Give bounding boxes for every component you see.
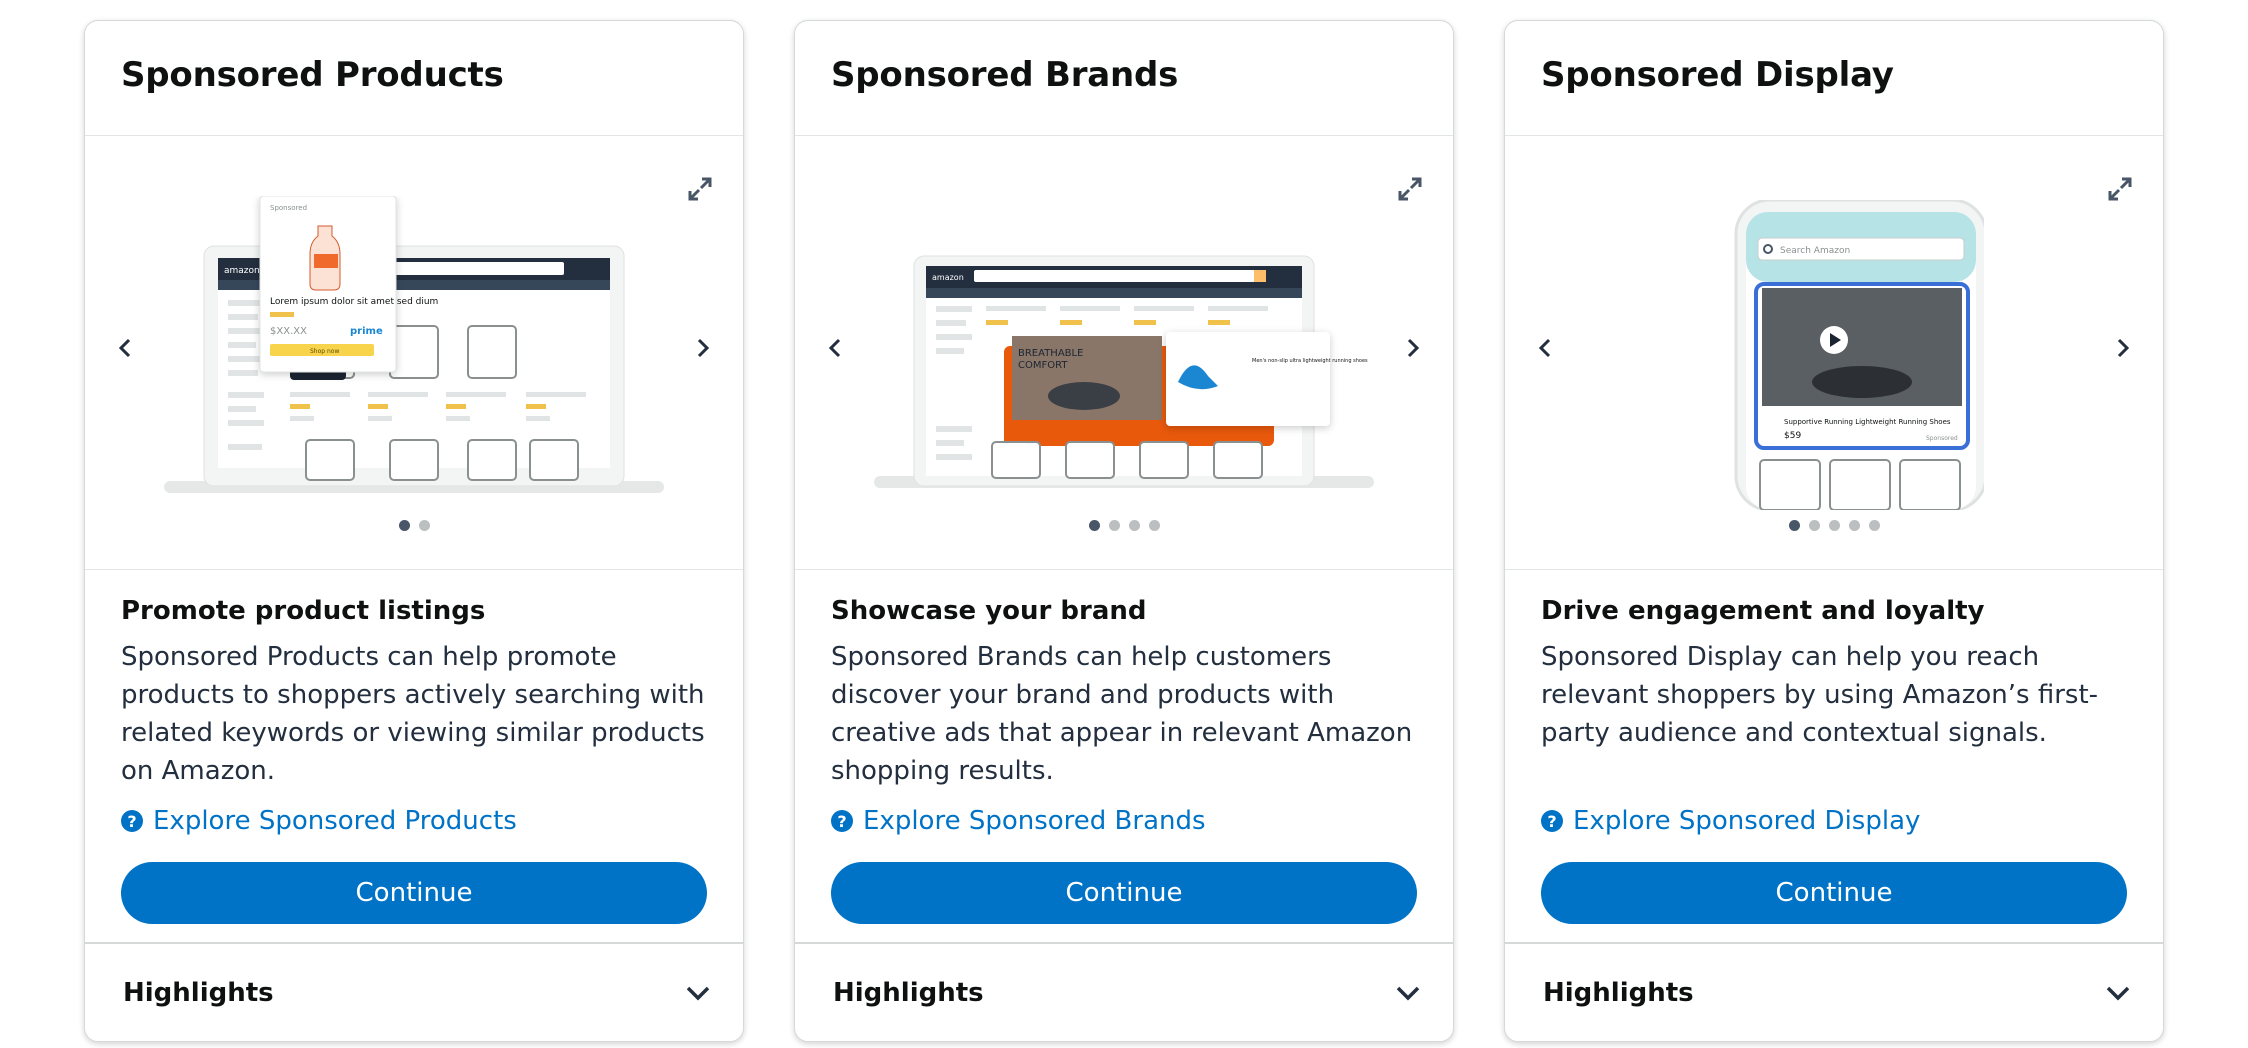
explore-link-label: Explore Sponsored Brands	[863, 806, 1206, 836]
card-header: Sponsored Brands	[795, 21, 1453, 136]
carousel-dot[interactable]	[1088, 520, 1100, 531]
card-header: Sponsored Products	[85, 21, 743, 136]
card-description: Sponsored Products can help promote prod…	[121, 642, 705, 786]
sponsored-brands-card: Sponsored Brands amazon BREATHABLE COMFO…	[794, 20, 1454, 1042]
carousel-dot[interactable]	[1128, 520, 1140, 531]
banner-text-1: BREATHABLE	[1018, 348, 1083, 359]
highlights-label: Highlights	[1543, 978, 1694, 1008]
card-body: Drive engagement and loyalty Sponsored D…	[1505, 570, 2163, 944]
product-illustration: amazon Sponsored Lorem ipsum dolor sit a…	[164, 196, 664, 493]
expand-icon[interactable]	[1397, 176, 1423, 202]
continue-button[interactable]: Continue	[121, 862, 707, 924]
continue-button[interactable]: Continue	[831, 862, 1417, 924]
brand-product-text: Men's non-slip ultra lightweight running…	[1252, 358, 1368, 364]
card-title: Sponsored Brands	[831, 55, 1179, 95]
highlights-toggle[interactable]: Highlights	[1505, 942, 2163, 1041]
svg-text:amazon: amazon	[224, 266, 260, 276]
help-icon: ?	[121, 810, 143, 832]
carousel-dot[interactable]	[1788, 520, 1800, 531]
card-subtitle: Drive engagement and loyalty	[1541, 596, 1985, 626]
chevron-right-icon[interactable]	[1401, 336, 1425, 360]
search-placeholder: Search Amazon	[1780, 246, 1850, 256]
carousel-dot[interactable]	[398, 520, 410, 531]
chevron-down-icon	[2106, 986, 2130, 1001]
help-icon: ?	[831, 810, 853, 832]
popup-product-text: Lorem ipsum dolor sit amet sed dium	[270, 297, 438, 307]
card-title: Sponsored Products	[121, 55, 504, 95]
chevron-right-icon[interactable]	[691, 336, 715, 360]
card-subtitle: Showcase your brand	[831, 596, 1147, 626]
highlights-label: Highlights	[123, 978, 274, 1008]
popup-price: $XX.XX	[270, 326, 307, 337]
expand-icon[interactable]	[687, 176, 713, 202]
carousel-dot[interactable]	[1108, 520, 1120, 531]
display-product-title: Supportive Running Lightweight Running S…	[1784, 418, 1951, 426]
brand-illustration: amazon BREATHABLE COMFORT Men's non-slip…	[874, 255, 1374, 488]
explore-link-label: Explore Sponsored Products	[153, 806, 517, 836]
continue-button[interactable]: Continue	[1541, 862, 2127, 924]
chevron-right-icon[interactable]	[2111, 336, 2135, 360]
carousel: Search Amazon Supportive Running Lightwe…	[1505, 136, 2163, 570]
help-icon: ?	[1541, 810, 1563, 832]
card-subtitle: Promote product listings	[121, 596, 486, 626]
chevron-down-icon	[686, 986, 710, 1001]
explore-link[interactable]: ? Explore Sponsored Display	[1541, 806, 1920, 836]
display-illustration: Search Amazon Supportive Running Lightwe…	[1734, 200, 1984, 510]
chevron-down-icon	[1396, 986, 1420, 1001]
carousel-dot[interactable]	[1828, 520, 1840, 531]
card-header: Sponsored Display	[1505, 21, 2163, 136]
prime-badge: prime	[350, 326, 383, 337]
explore-link[interactable]: ? Explore Sponsored Brands	[831, 806, 1206, 836]
carousel: amazon BREATHABLE COMFORT Men's non-slip…	[795, 136, 1453, 570]
carousel-dots	[85, 520, 743, 531]
card-description: Sponsored Display can help you reach rel…	[1541, 642, 2099, 748]
highlights-label: Highlights	[833, 978, 984, 1008]
carousel-dots	[795, 520, 1453, 531]
card-body: Promote product listings Sponsored Produ…	[85, 570, 743, 944]
chevron-left-icon[interactable]	[113, 336, 137, 360]
popup-shop-now: Shop now	[310, 348, 339, 355]
explore-link-label: Explore Sponsored Display	[1573, 806, 1921, 836]
carousel-dot[interactable]	[1808, 520, 1820, 531]
sponsored-products-card: Sponsored Products amazon Sponsored Lore…	[84, 20, 744, 1042]
carousel-dot[interactable]	[1148, 520, 1160, 531]
chevron-left-icon[interactable]	[1533, 336, 1557, 360]
sponsored-display-card: Sponsored Display Search Amazon Supporti…	[1504, 20, 2164, 1042]
carousel-dots	[1505, 520, 2163, 531]
svg-text:amazon: amazon	[932, 273, 964, 282]
popup-sponsored-label: Sponsored	[270, 204, 307, 212]
display-sponsored-label: Sponsored	[1926, 435, 1958, 442]
highlights-toggle[interactable]: Highlights	[795, 942, 1453, 1041]
highlights-toggle[interactable]: Highlights	[85, 942, 743, 1041]
carousel-dot[interactable]	[418, 520, 430, 531]
banner-text-2: COMFORT	[1018, 360, 1068, 371]
card-description: Sponsored Brands can help customers disc…	[831, 642, 1413, 786]
carousel-dot[interactable]	[1868, 520, 1880, 531]
expand-icon[interactable]	[2107, 176, 2133, 202]
chevron-left-icon[interactable]	[823, 336, 847, 360]
carousel-dot[interactable]	[1848, 520, 1860, 531]
card-title: Sponsored Display	[1541, 55, 1894, 95]
card-body: Showcase your brand Sponsored Brands can…	[795, 570, 1453, 944]
carousel: amazon Sponsored Lorem ipsum dolor sit a…	[85, 136, 743, 570]
display-price: $59	[1784, 431, 1801, 441]
explore-link[interactable]: ? Explore Sponsored Products	[121, 806, 517, 836]
